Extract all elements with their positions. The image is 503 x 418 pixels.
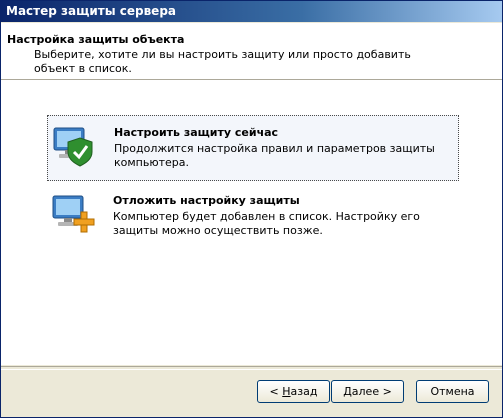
next-label: алее > — [351, 385, 392, 398]
next-mnemonic: Д — [343, 385, 352, 398]
next-button[interactable]: Далее > — [331, 380, 404, 403]
option-configure-now[interactable]: Настроить защиту сейчас Продолжится наст… — [47, 115, 459, 181]
wizard-window: Мастер защиты сервера Настройка защиты о… — [0, 0, 503, 418]
option-title: Настроить защиту сейчас — [114, 126, 279, 139]
options-panel: Настроить защиту сейчас Продолжится наст… — [1, 80, 502, 365]
footer-divider — [1, 366, 502, 370]
wizard-header: Настройка защиты объекта Выберите, хотит… — [1, 23, 502, 80]
option-postpone[interactable]: Отложить настройку защиты Компьютер буде… — [47, 184, 459, 250]
back-mnemonic: Н — [282, 385, 291, 398]
back-label: азад — [290, 385, 318, 398]
computer-shield-check-icon — [53, 127, 93, 167]
option-title: Отложить настройку защиты — [113, 194, 300, 207]
step-description: Выберите, хотите ли вы настроить защиту … — [34, 48, 411, 75]
back-prefix: < — [269, 385, 283, 398]
computer-plus-icon — [52, 195, 95, 233]
cancel-button[interactable]: Отмена — [416, 380, 489, 403]
window-title: Мастер защиты сервера — [1, 1, 502, 22]
option-description: Продолжится настройка правил и параметро… — [114, 142, 435, 169]
option-description: Компьютер будет добавлен в список. Настр… — [113, 210, 420, 237]
back-button[interactable]: < Назад — [257, 380, 330, 403]
step-title: Настройка защиты объекта — [7, 33, 185, 46]
